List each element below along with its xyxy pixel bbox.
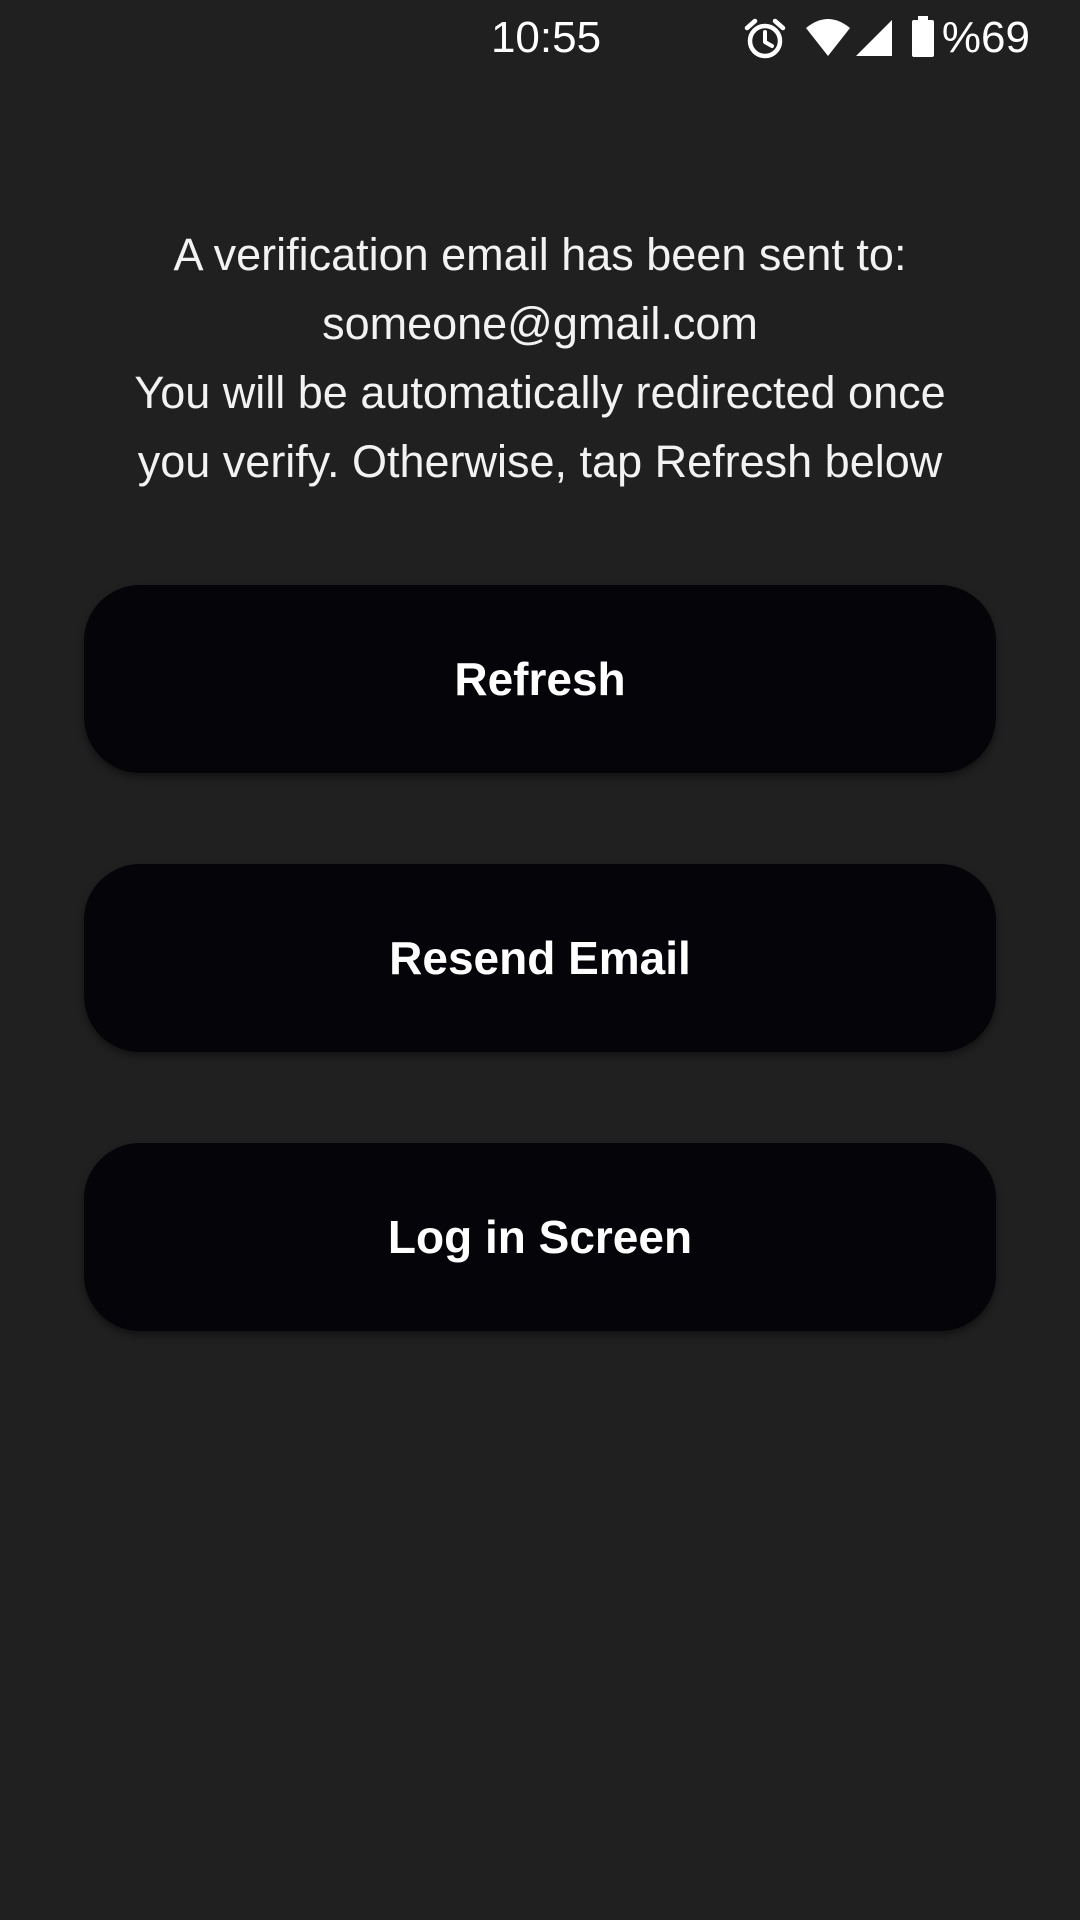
signal-icon: [854, 12, 894, 64]
battery-percent: %69: [941, 13, 1030, 62]
message-sent-to: A verification email has been sent to:: [173, 229, 907, 280]
battery-icon: [910, 12, 936, 64]
alarm-icon: [740, 12, 790, 64]
status-icons: %69: [740, 12, 1030, 64]
verification-message: A verification email has been sent to: s…: [40, 220, 1040, 496]
message-redirect: You will be automatically redirected onc…: [134, 367, 946, 418]
verify-email-screen: 10:55 %69 A verification email has been …: [0, 0, 1080, 1920]
status-bar: 10:55 %69: [0, 0, 1080, 76]
message-email: someone@gmail.com: [322, 298, 758, 349]
login-screen-button[interactable]: Log in Screen: [84, 1143, 996, 1331]
refresh-button[interactable]: Refresh: [84, 585, 996, 773]
message-instruction: you verify. Otherwise, tap Refresh below: [137, 436, 943, 487]
resend-email-button[interactable]: Resend Email: [84, 864, 996, 1052]
wifi-icon: [804, 12, 852, 64]
